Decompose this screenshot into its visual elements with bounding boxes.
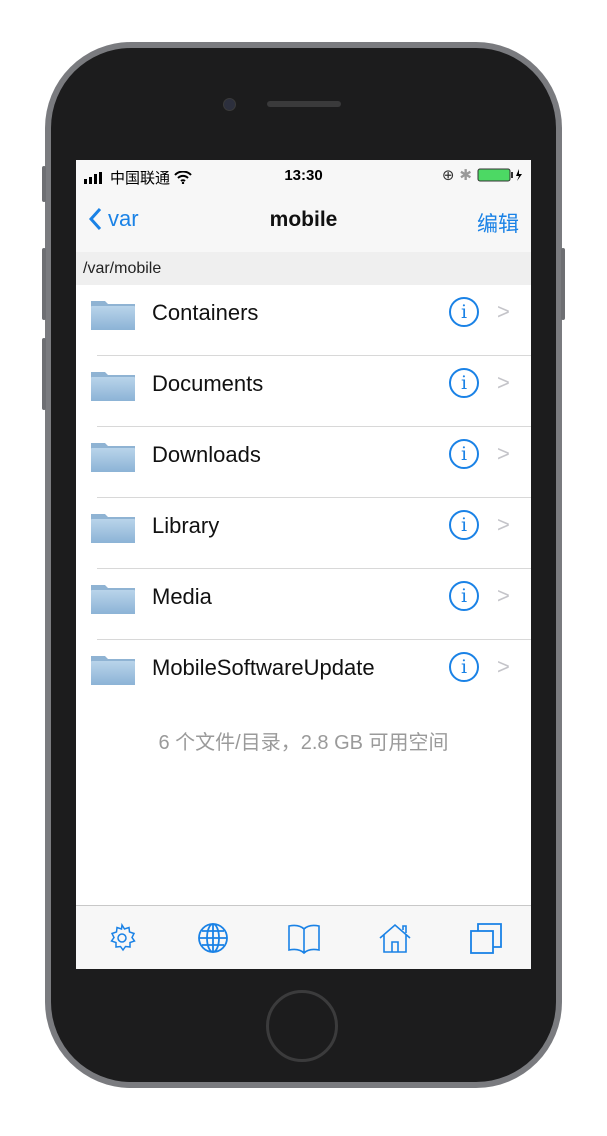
list-item[interactable]: Media i > [76, 569, 531, 640]
power-button [561, 248, 565, 320]
volume-up-button [42, 248, 46, 320]
list-item[interactable]: MobileSoftwareUpdate i > [76, 640, 531, 711]
home-icon[interactable] [377, 920, 413, 956]
battery-icon [477, 168, 522, 182]
info-icon[interactable]: i [449, 297, 479, 327]
gear-icon[interactable] [104, 920, 140, 956]
file-list: Containers i > Documents i > Downloads i… [76, 285, 531, 711]
chevron-right-icon: > [497, 512, 510, 537]
file-name: MobileSoftwareUpdate [152, 655, 375, 680]
file-name: Documents [152, 371, 264, 396]
edit-button[interactable]: 编辑 [477, 208, 519, 238]
list-item[interactable]: Library i > [76, 498, 531, 569]
folder-icon [91, 585, 135, 614]
list-item[interactable]: Downloads i > [76, 427, 531, 498]
status-bar: 中国联通 13:30 ⊕ ✱ [76, 160, 531, 192]
toolbar [76, 905, 531, 969]
info-icon[interactable]: i [449, 510, 479, 540]
file-name: Containers [152, 300, 259, 325]
speaker [267, 101, 341, 107]
summary-text: 6 个文件/目录，2.8 GB 可用空间 [158, 732, 449, 754]
info-icon[interactable]: i [449, 581, 479, 611]
chevron-right-icon: > [497, 441, 510, 466]
volume-down-button [42, 338, 46, 410]
windows-icon[interactable] [468, 920, 504, 956]
info-icon[interactable]: i [449, 368, 479, 398]
chevron-right-icon: > [497, 370, 510, 395]
file-name: Library [152, 513, 220, 538]
rotation-lock-icon: ⊕ [441, 167, 455, 184]
list-item[interactable]: Documents i > [76, 356, 531, 427]
navigation-bar: var mobile 编辑 [76, 192, 531, 252]
book-icon[interactable] [286, 920, 322, 956]
folder-icon [91, 656, 135, 685]
path-header: /var/mobile [76, 252, 531, 285]
home-button[interactable] [266, 990, 338, 1062]
info-icon[interactable]: i [449, 652, 479, 682]
folder-icon [91, 443, 135, 472]
chevron-right-icon: > [497, 583, 510, 608]
globe-icon[interactable] [195, 920, 231, 956]
mute-switch [42, 166, 46, 202]
folder-icon [91, 301, 135, 330]
folder-icon [91, 372, 135, 401]
file-name: Media [152, 584, 212, 609]
chevron-right-icon: > [497, 654, 510, 679]
page-title: mobile [269, 208, 338, 231]
folder-icon [91, 514, 135, 543]
front-camera [223, 98, 236, 111]
list-item[interactable]: Containers i > [76, 285, 531, 356]
info-icon[interactable]: i [449, 439, 479, 469]
bluetooth-icon: ✱ [459, 167, 472, 184]
chevron-right-icon: > [497, 299, 510, 324]
screen: 中国联通 13:30 ⊕ ✱ var mobile 编辑 /var/mobile… [76, 160, 531, 969]
file-name: Downloads [152, 442, 261, 467]
